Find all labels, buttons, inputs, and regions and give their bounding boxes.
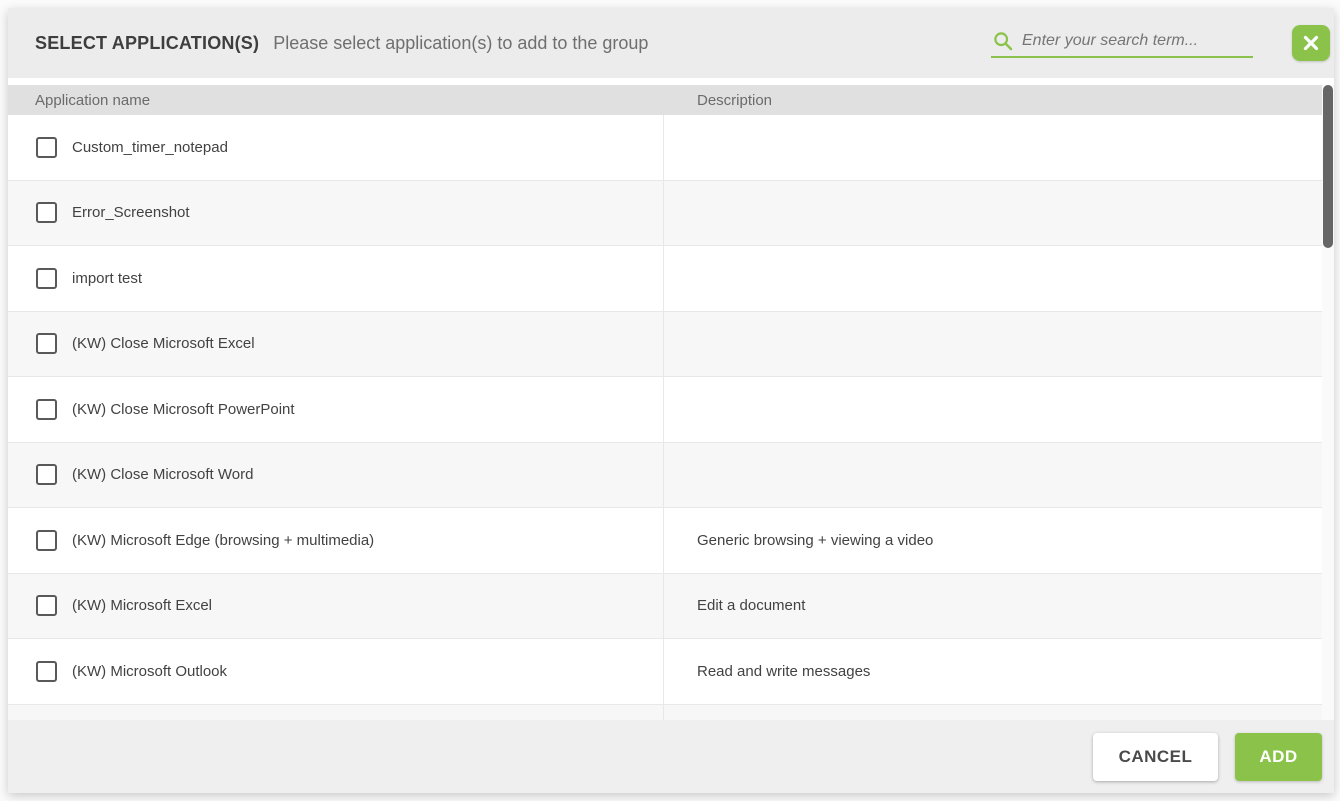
application-name-cell: (KW) Microsoft Outlook bbox=[8, 639, 663, 704]
search-icon bbox=[993, 31, 1013, 51]
dialog-subtitle: Please select application(s) to add to t… bbox=[273, 33, 648, 54]
select-applications-dialog: SELECT APPLICATION(S) Please select appl… bbox=[8, 8, 1334, 793]
row-checkbox[interactable] bbox=[36, 202, 57, 223]
dialog-header: SELECT APPLICATION(S) Please select appl… bbox=[8, 8, 1334, 78]
table-row[interactable]: (KW) Close Microsoft Word bbox=[8, 443, 1322, 509]
row-app-name: (KW) Microsoft Outlook bbox=[72, 663, 227, 680]
row-app-name: (KW) Close Microsoft Excel bbox=[72, 335, 255, 352]
description-cell bbox=[663, 705, 1322, 721]
row-description: Edit a document bbox=[663, 574, 1322, 639]
table-row[interactable]: Error_Screenshot bbox=[8, 181, 1322, 247]
dialog-title: SELECT APPLICATION(S) bbox=[35, 33, 259, 54]
header-divider-strip bbox=[8, 78, 1334, 85]
application-name-cell: (KW) Close Microsoft Word bbox=[8, 443, 663, 508]
scrollbar-track[interactable] bbox=[1322, 85, 1334, 720]
table-row[interactable]: (KW) Close Microsoft PowerPoint bbox=[8, 377, 1322, 443]
row-app-name: import test bbox=[72, 270, 142, 287]
search-input[interactable] bbox=[1022, 32, 1237, 50]
row-checkbox[interactable] bbox=[36, 333, 57, 354]
row-checkbox[interactable] bbox=[36, 137, 57, 158]
table-body: Custom_timer_notepad Error_Screenshot im… bbox=[8, 115, 1322, 705]
row-checkbox[interactable] bbox=[36, 464, 57, 485]
row-app-name: Error_Screenshot bbox=[72, 204, 190, 221]
row-checkbox[interactable] bbox=[36, 661, 57, 682]
row-checkbox[interactable] bbox=[36, 399, 57, 420]
row-app-name: (KW) Close Microsoft Word bbox=[72, 466, 253, 483]
row-checkbox[interactable] bbox=[36, 530, 57, 551]
table-row[interactable]: (KW) Microsoft Outlook Read and write me… bbox=[8, 639, 1322, 705]
application-name-cell bbox=[8, 705, 663, 721]
row-checkbox[interactable] bbox=[36, 268, 57, 289]
table-row[interactable]: (KW) Microsoft Excel Edit a document bbox=[8, 574, 1322, 640]
row-description: Read and write messages bbox=[663, 639, 1322, 704]
table-header: Application name Description bbox=[8, 85, 1334, 115]
row-description: Generic browsing + viewing a video bbox=[663, 508, 1322, 573]
table-row-partial[interactable] bbox=[8, 705, 1322, 721]
search-field[interactable] bbox=[991, 29, 1253, 58]
row-description bbox=[663, 181, 1322, 246]
application-name-cell: (KW) Close Microsoft PowerPoint bbox=[8, 377, 663, 442]
column-header-application-name: Application name bbox=[8, 92, 663, 109]
row-description bbox=[663, 312, 1322, 377]
row-description bbox=[663, 443, 1322, 508]
scrollbar-thumb[interactable] bbox=[1323, 85, 1333, 248]
add-button[interactable]: ADD bbox=[1235, 733, 1322, 781]
close-icon bbox=[1302, 34, 1320, 52]
close-button[interactable] bbox=[1292, 25, 1330, 61]
table-row[interactable]: Custom_timer_notepad bbox=[8, 115, 1322, 181]
row-description bbox=[663, 246, 1322, 311]
cancel-button[interactable]: CANCEL bbox=[1093, 733, 1218, 781]
application-name-cell: (KW) Close Microsoft Excel bbox=[8, 312, 663, 377]
row-app-name: (KW) Microsoft Edge (browsing + multimed… bbox=[72, 532, 374, 549]
application-name-cell: import test bbox=[8, 246, 663, 311]
application-name-cell: (KW) Microsoft Edge (browsing + multimed… bbox=[8, 508, 663, 573]
row-checkbox[interactable] bbox=[36, 595, 57, 616]
row-app-name: Custom_timer_notepad bbox=[72, 139, 228, 156]
table-row[interactable]: (KW) Close Microsoft Excel bbox=[8, 312, 1322, 378]
application-name-cell: (KW) Microsoft Excel bbox=[8, 574, 663, 639]
application-name-cell: Error_Screenshot bbox=[8, 181, 663, 246]
dialog-footer: CANCEL ADD bbox=[8, 720, 1334, 793]
row-app-name: (KW) Microsoft Excel bbox=[72, 597, 212, 614]
table-row[interactable]: (KW) Microsoft Edge (browsing + multimed… bbox=[8, 508, 1322, 574]
column-header-description: Description bbox=[663, 92, 772, 109]
row-description bbox=[663, 115, 1322, 180]
row-description bbox=[663, 377, 1322, 442]
row-app-name: (KW) Close Microsoft PowerPoint bbox=[72, 401, 295, 418]
table-row[interactable]: import test bbox=[8, 246, 1322, 312]
application-name-cell: Custom_timer_notepad bbox=[8, 115, 663, 180]
application-list: Custom_timer_notepad Error_Screenshot im… bbox=[8, 115, 1334, 720]
